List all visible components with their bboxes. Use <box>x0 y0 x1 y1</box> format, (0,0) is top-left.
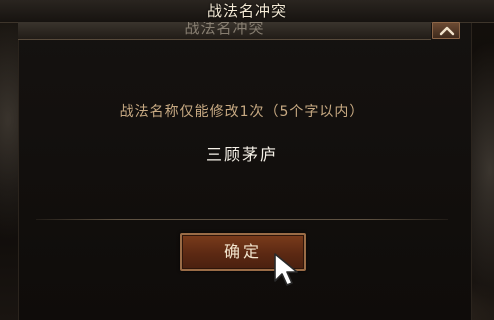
title-banner: 战法名冲突 <box>0 0 494 23</box>
title-echo-strip: 战法名冲突 <box>18 22 431 40</box>
dialog-title-echo: 战法名冲突 <box>184 22 265 37</box>
mouse-pointer-icon <box>274 253 298 286</box>
rename-limit-message: 战法名称仅能修改1次（5个字以内） <box>119 104 365 120</box>
tactic-name: 三顾茅庐 <box>205 145 278 164</box>
collapse-button[interactable] <box>432 22 460 39</box>
rename-conflict-dialog: 战法名称仅能修改1次（5个字以内） 三顾茅庐 <box>36 42 448 220</box>
dialog-title: 战法名冲突 <box>206 2 287 20</box>
divider <box>36 219 448 220</box>
chevron-up-icon <box>439 26 455 36</box>
